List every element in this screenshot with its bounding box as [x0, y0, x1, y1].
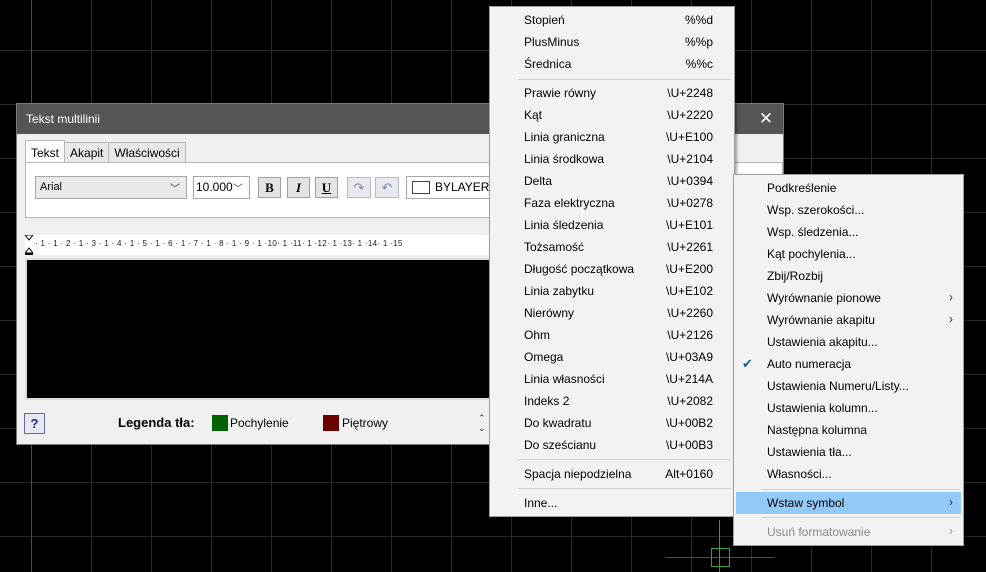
menu-item-inne[interactable]: Inne... [490, 492, 734, 514]
tab-tekst[interactable]: Tekst [25, 140, 66, 163]
menu-item-tozsamosc[interactable]: Tożsamość \U+2261 [490, 236, 734, 258]
menu-item-wlasnosci[interactable]: Własności... [734, 463, 963, 485]
menu-item-auto-numeracja[interactable]: ✔ Auto numeracja [734, 353, 963, 375]
menu-item-nierowny[interactable]: Nierówny \U+2260 [490, 302, 734, 324]
menu-item-ustawienia-akapitu[interactable]: Ustawienia akapitu... [734, 331, 963, 353]
menu-item-podkreslenie[interactable]: Podkreślenie [734, 177, 963, 199]
menu-item-do-kwadratu[interactable]: Do kwadratu \U+00B2 [490, 412, 734, 434]
menu-item-spacja-niepodzielna[interactable]: Spacja niepodzielna Alt+0160 [490, 463, 734, 485]
dialog-tabs: Tekst Akapit Właściwości [25, 140, 186, 163]
legend-swatch-pietrowy [323, 415, 339, 431]
help-button[interactable]: ? [24, 413, 45, 434]
legend-label: Legenda tła: [118, 415, 195, 430]
menu-item-wsp-sledzenia[interactable]: Wsp. śledzenia... [734, 221, 963, 243]
menu-item-stopien[interactable]: Stopień %%d [490, 9, 734, 31]
menu-separator [518, 488, 731, 489]
font-size-select[interactable]: 10.000 ﹀ [193, 176, 250, 199]
menu-item-linia-graniczna[interactable]: Linia graniczna \U+E100 [490, 126, 734, 148]
chevron-down-icon: ﹀ [170, 184, 180, 195]
editor-context-menu: Podkreślenie Wsp. szerokości... Wsp. śle… [733, 174, 964, 546]
menu-separator [762, 489, 960, 490]
menu-item-usun-formatowanie[interactable]: Usuń formatowanie › [734, 521, 963, 543]
menu-item-omega[interactable]: Omega \U+03A9 [490, 346, 734, 368]
chevron-down-icon: ﹀ [233, 184, 243, 195]
scroll-spinner[interactable]: ⌃ ⌄ [478, 413, 486, 433]
menu-item-linia-wlasnosci[interactable]: Linia własności \U+214A [490, 368, 734, 390]
menu-separator [518, 459, 731, 460]
checkmark-icon: ✔ [742, 356, 753, 371]
chevron-right-icon: › [949, 524, 953, 538]
tab-wlasciwosci[interactable]: Właściwości [108, 142, 186, 163]
close-icon[interactable]: ✕ [757, 110, 775, 128]
font-select[interactable]: Arial ﹀ [35, 176, 187, 199]
menu-item-dlugosc-poczatkowa[interactable]: Długość początkowa \U+E200 [490, 258, 734, 280]
menu-item-faza-elektryczna[interactable]: Faza elektryczna \U+0278 [490, 192, 734, 214]
font-value: Arial [40, 181, 63, 193]
menu-separator [762, 517, 960, 518]
menu-item-wsp-szerokosci[interactable]: Wsp. szerokości... [734, 199, 963, 221]
legend-swatch-pochylenie [212, 415, 228, 431]
menu-item-zbij-rozbij[interactable]: Zbij/Rozbij [734, 265, 963, 287]
menu-item-wstaw-symbol[interactable]: Wstaw symbol › [736, 492, 961, 514]
bold-button[interactable]: B [258, 177, 281, 198]
menu-item-ustawienia-tla[interactable]: Ustawienia tła... [734, 441, 963, 463]
menu-item-kat[interactable]: Kąt \U+2220 [490, 104, 734, 126]
chevron-right-icon: › [949, 312, 953, 326]
menu-item-ohm[interactable]: Ohm \U+2126 [490, 324, 734, 346]
legend-item-pietrowy: Piętrowy [342, 416, 389, 430]
menu-item-kat-pochylenia[interactable]: Kąt pochylenia... [734, 243, 963, 265]
italic-button[interactable]: I [287, 177, 310, 198]
menu-item-srednica[interactable]: Średnica %%c [490, 53, 734, 75]
font-size-value: 10.000 [196, 180, 233, 194]
menu-item-wyrownanie-pionowe[interactable]: Wyrównanie pionowe › [734, 287, 963, 309]
menu-item-delta[interactable]: Delta \U+0394 [490, 170, 734, 192]
ruler[interactable]: · 1 · 1 · 2 · 1 · 3 · 1 · 4 · 1 · 5 · 1 … [25, 235, 491, 255]
color-swatch [412, 181, 430, 194]
menu-item-indeks-2[interactable]: Indeks 2 \U+2082 [490, 390, 734, 412]
underline-button[interactable]: U [315, 177, 338, 198]
insert-symbol-menu: Stopień %%d PlusMinus %%p Średnica %%c Praw… [489, 6, 735, 517]
menu-item-prawie-rowny[interactable]: Prawie równy \U+2248 [490, 82, 734, 104]
menu-item-ustawienia-numeru-listy[interactable]: Ustawienia Numeru/Listy... [734, 375, 963, 397]
color-value: BYLAYER [435, 180, 490, 194]
indent-marker-icon[interactable] [25, 235, 33, 255]
menu-item-linia-sledzenia[interactable]: Linia śledzenia \U+E101 [490, 214, 734, 236]
undo-button[interactable]: ↶ [375, 177, 399, 198]
menu-separator [518, 79, 731, 80]
menu-item-linia-srodkowa[interactable]: Linia środkowa \U+2104 [490, 148, 734, 170]
menu-item-plusminus[interactable]: PlusMinus %%p [490, 31, 734, 53]
menu-item-do-szescianu[interactable]: Do sześcianu \U+00B3 [490, 434, 734, 456]
redo-button[interactable]: ↷ [347, 177, 371, 198]
menu-item-linia-zabytku[interactable]: Linia zabytku \U+E102 [490, 280, 734, 302]
menu-item-ustawienia-kolumn[interactable]: Ustawienia kolumn... [734, 397, 963, 419]
text-editor[interactable] [25, 258, 491, 400]
dialog-title: Tekst multilinii [26, 112, 101, 126]
chevron-right-icon: › [949, 495, 953, 509]
legend-item-pochylenie: Pochylenie [230, 416, 289, 430]
crosshair-pickbox [711, 548, 730, 567]
menu-item-wyrownanie-akapitu[interactable]: Wyrównanie akapitu › [734, 309, 963, 331]
chevron-right-icon: › [949, 290, 953, 304]
menu-item-nastepna-kolumna[interactable]: Następna kolumna [734, 419, 963, 441]
tab-akapit[interactable]: Akapit [64, 142, 110, 163]
ruler-scale: · 1 · 1 · 2 · 1 · 3 · 1 · 4 · 1 · 5 · 1 … [35, 239, 403, 248]
